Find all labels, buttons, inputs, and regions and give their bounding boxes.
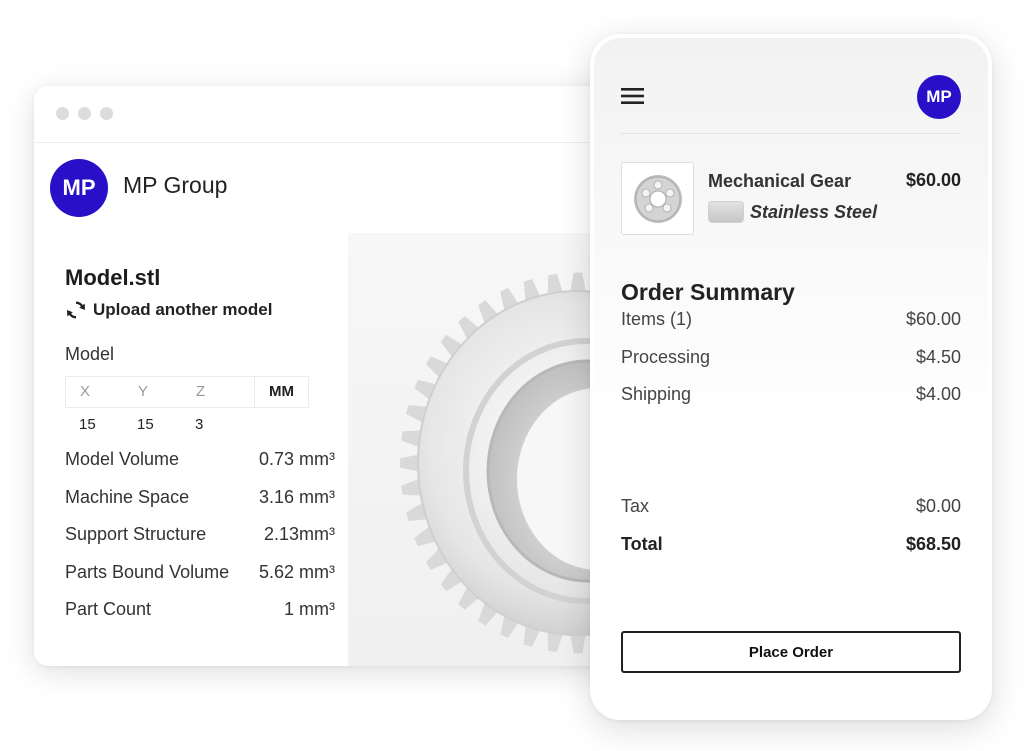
refresh-icon	[67, 301, 85, 319]
user-avatar[interactable]: MP	[917, 75, 961, 119]
stat-label: Support Structure	[65, 524, 207, 544]
gear-render	[400, 272, 624, 654]
mobile-screen: MP Mechanical Gear $60.00 Stainless Stee…	[594, 38, 988, 716]
dim-y-value: 15	[137, 416, 154, 433]
summary-label: Items (1)	[621, 309, 693, 329]
summary-label: Tax	[621, 496, 650, 516]
file-name: Model.stl	[65, 265, 161, 290]
stat-row-model-volume: Model Volume 0.73 mm³	[65, 449, 335, 487]
upload-another-model-link[interactable]: Upload another model	[65, 299, 272, 321]
upload-label: Upload another model	[93, 300, 273, 319]
stat-label: Parts Bound Volume	[65, 561, 230, 582]
hamburger-menu-icon[interactable]	[621, 86, 645, 106]
model-section-label: Model	[65, 344, 115, 364]
summary-label: Shipping	[621, 384, 692, 404]
summary-value: $4.50	[915, 347, 961, 367]
dimension-values: 15 15 3	[65, 416, 239, 433]
unit-selector[interactable]: MM	[254, 377, 308, 407]
gear-thumbnail-icon	[633, 174, 682, 223]
dimension-header: X Y Z MM	[65, 376, 309, 408]
place-order-button[interactable]: Place Order	[621, 631, 961, 673]
dim-x-value: 15	[79, 416, 96, 433]
summary-label: Processing	[621, 347, 711, 367]
stat-value: 0.73 mm³	[258, 449, 335, 469]
stat-row-part-count: Part Count 1 mm³	[65, 599, 335, 637]
model-stats: Model Volume 0.73 mm³ Machine Space 3.16…	[65, 449, 335, 637]
dim-y-label: Y	[138, 383, 149, 400]
stat-value: 5.62 mm³	[258, 561, 335, 582]
summary-row-total: Total $68.50	[621, 534, 961, 555]
product-price: $60.00	[905, 170, 961, 190]
stat-value: 1 mm³	[284, 599, 335, 619]
window-titlebar	[34, 86, 624, 142]
summary-row-tax: Tax $0.00	[621, 496, 961, 517]
desktop-window: MP MP Group Model.stl Upload another mod…	[34, 86, 624, 666]
summary-row-processing: Processing $4.50	[621, 347, 961, 368]
stat-value: 2.13mm³	[263, 524, 335, 544]
stat-label: Model Volume	[65, 449, 180, 469]
window-control-dot[interactable]	[78, 107, 91, 120]
brand-name: MP Group	[123, 172, 228, 198]
window-control-dot[interactable]	[56, 107, 69, 120]
stat-label: Machine Space	[65, 486, 190, 507]
dim-x-label: X	[80, 383, 91, 400]
model-details-panel: Model.stl Upload another model Model X Y…	[34, 233, 348, 666]
product-material: Stainless Steel	[750, 202, 878, 222]
dim-z-value: 3	[195, 416, 204, 433]
stat-value: 3.16 mm³	[258, 486, 335, 507]
stat-row-machine-space: Machine Space 3.16 mm³	[65, 487, 335, 525]
summary-value: $60.00	[905, 309, 961, 329]
summary-value: $0.00	[915, 496, 961, 516]
product-thumbnail[interactable]	[621, 162, 694, 235]
stat-label: Part Count	[65, 599, 152, 619]
header-divider	[621, 133, 961, 134]
app-header: MP MP Group	[34, 142, 624, 234]
stat-row-support-structure: Support Structure 2.13mm³	[65, 524, 335, 562]
summary-value: $4.00	[915, 384, 961, 404]
dim-z-label: Z	[196, 383, 206, 400]
material-swatch	[708, 201, 744, 223]
model-3d-viewport[interactable]	[348, 233, 624, 666]
stat-row-parts-bound-volume: Parts Bound Volume 5.62 mm³	[65, 562, 335, 600]
brand-avatar[interactable]: MP	[50, 159, 108, 217]
summary-value: $68.50	[905, 534, 961, 554]
summary-label: Total	[621, 534, 663, 554]
summary-row-items: Items (1) $60.00	[621, 309, 961, 330]
window-control-dot[interactable]	[100, 107, 113, 120]
summary-row-shipping: Shipping $4.00	[621, 384, 961, 405]
product-name: Mechanical Gear	[708, 171, 852, 191]
mobile-order-card: MP Mechanical Gear $60.00 Stainless Stee…	[590, 34, 992, 720]
order-summary-title: Order Summary	[621, 279, 795, 305]
